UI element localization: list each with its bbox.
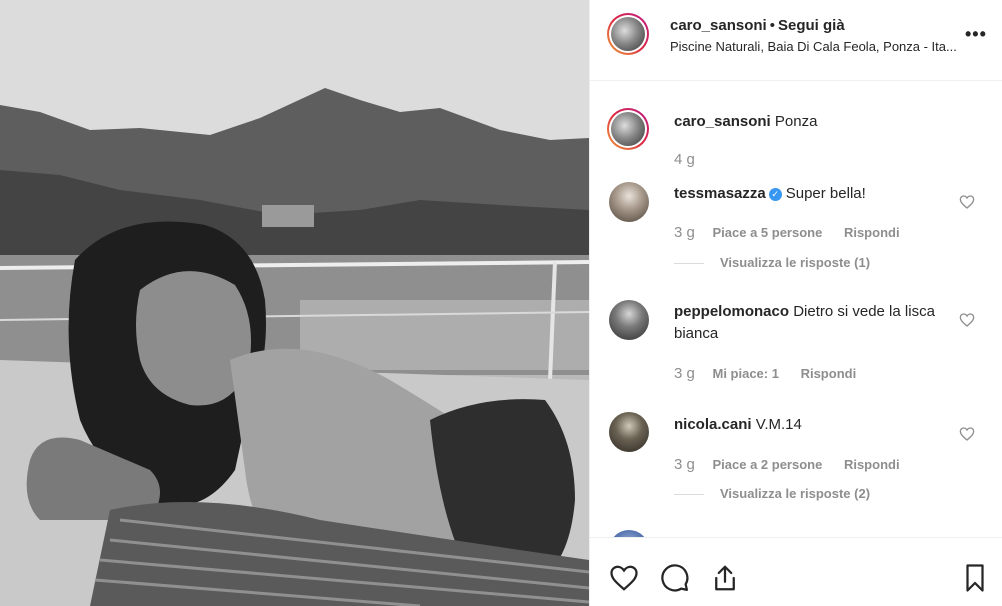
comment-icon[interactable]	[660, 563, 690, 593]
photo-art	[0, 0, 589, 606]
comment-likes[interactable]: Piace a 5 persone	[712, 225, 822, 240]
caption-time[interactable]: 4 g	[674, 151, 695, 168]
comment-like-heart-icon[interactable]	[959, 312, 975, 328]
comment-text: V.M.14	[755, 416, 802, 433]
comments-list[interactable]: caro_sansoni Ponza 4 g tessmasazza ✓ Super…	[590, 81, 1002, 537]
view-replies-button[interactable]: Visualizza le risposte (1)	[674, 255, 870, 270]
bookmark-icon[interactable]	[960, 563, 990, 593]
author-username[interactable]: caro_sansoni	[670, 17, 767, 34]
comment-username[interactable]: peppelomonaco	[674, 303, 789, 320]
separator-dot: •	[769, 17, 775, 34]
reply-button[interactable]: Rispondi	[801, 366, 857, 381]
author-avatar[interactable]	[607, 13, 649, 55]
comment-time[interactable]: 3 g	[674, 456, 695, 473]
comment-avatar[interactable]	[609, 300, 649, 340]
reply-button[interactable]: Rispondi	[844, 225, 900, 240]
replies-divider	[674, 494, 704, 496]
header-user-line: caro_sansoni • Segui già	[670, 17, 845, 34]
post-header: caro_sansoni • Segui già Piscine Naturali,…	[590, 0, 1002, 81]
comment-avatar[interactable]	[609, 412, 649, 452]
caption-text-line: caro_sansoni Ponza	[674, 111, 964, 133]
comment-username[interactable]: nicola.cani	[674, 416, 752, 433]
post-photo[interactable]	[0, 0, 589, 606]
comment-likes[interactable]: Mi piace: 1	[712, 366, 778, 381]
caption-avatar[interactable]	[607, 108, 649, 150]
comment-text-line: tessmasazza ✓ Super bella!	[674, 183, 964, 205]
comment-text-line: nicola.cani V.M.14	[674, 414, 964, 436]
comment-like-heart-icon[interactable]	[959, 426, 975, 442]
follow-status-button[interactable]: Segui già	[778, 17, 845, 34]
more-dots-icon[interactable]: •••	[965, 24, 987, 45]
caption-username[interactable]: caro_sansoni	[674, 113, 771, 130]
view-replies-label: Visualizza le risposte (2)	[720, 486, 871, 501]
heart-icon[interactable]	[609, 563, 639, 593]
post-panel: caro_sansoni • Segui già Piscine Naturali,…	[589, 0, 1002, 606]
comment-like-heart-icon[interactable]	[959, 194, 975, 210]
comment-text: Super bella!	[785, 185, 866, 202]
post-actions-bar	[590, 537, 1002, 606]
comment-avatar[interactable]	[609, 530, 649, 537]
location-link[interactable]: Piscine Naturali, Baia Di Cala Feola, Po…	[670, 39, 958, 54]
comment-avatar[interactable]	[609, 182, 649, 222]
comment-meta: 3 g Mi piace: 1 Rispondi	[674, 365, 874, 382]
comment-likes[interactable]: Piace a 2 persone	[712, 457, 822, 472]
comment-username[interactable]: tessmasazza	[674, 185, 766, 202]
comment-time[interactable]: 3 g	[674, 365, 695, 382]
reply-button[interactable]: Rispondi	[844, 457, 900, 472]
caption-meta: 4 g	[674, 151, 709, 168]
share-icon[interactable]	[710, 563, 740, 593]
view-replies-label: Visualizza le risposte (1)	[720, 255, 871, 270]
verified-badge-icon: ✓	[768, 188, 782, 201]
comment-text-line: peppelomonaco Dietro si vede la lisca bi…	[674, 301, 964, 345]
comment-time[interactable]: 3 g	[674, 224, 695, 241]
comment-meta: 3 g Piace a 5 persone Rispondi	[674, 224, 918, 241]
view-replies-button[interactable]: Visualizza le risposte (2)	[674, 486, 870, 501]
caption-text: Ponza	[774, 113, 818, 130]
comment-meta: 3 g Piace a 2 persone Rispondi	[674, 456, 918, 473]
replies-divider	[674, 263, 704, 265]
